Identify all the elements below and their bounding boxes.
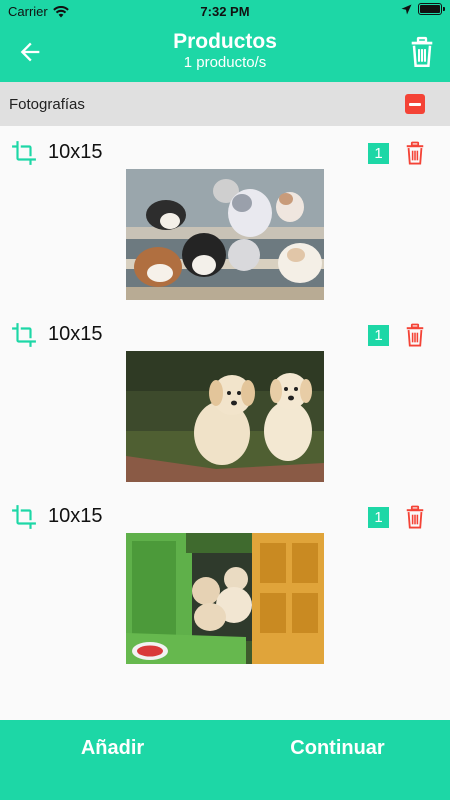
size-label: 10x15 [48, 505, 103, 527]
trash-icon[interactable] [404, 141, 426, 165]
continue-button[interactable]: Continuar [225, 737, 450, 760]
status-bar: Carrier 7:32 PM [0, 0, 450, 22]
product-list: 10x15 1 10x15 1 10x15 1 [0, 126, 450, 672]
quantity-badge[interactable]: 1 [368, 325, 389, 346]
add-button[interactable]: Añadir [0, 737, 225, 760]
crop-icon[interactable] [11, 504, 37, 530]
section-title: Fotografías [9, 95, 85, 113]
minus-icon[interactable] [405, 94, 425, 114]
footer-bar: Añadir Continuar [0, 720, 450, 800]
battery-icon [418, 3, 445, 15]
size-label: 10x15 [48, 323, 103, 345]
photo-thumbnail[interactable] [126, 533, 324, 664]
section-header: Fotografías [0, 82, 450, 126]
crop-icon[interactable] [11, 140, 37, 166]
location-arrow-icon [401, 4, 412, 14]
header-titles: Productos 1 producto/s [0, 30, 450, 72]
quantity-badge[interactable]: 1 [368, 143, 389, 164]
quantity-badge[interactable]: 1 [368, 507, 389, 528]
photo-thumbnail[interactable] [126, 169, 324, 300]
list-item: 10x15 1 [0, 126, 450, 308]
list-item: 10x15 1 [0, 308, 450, 490]
trash-icon[interactable] [408, 36, 436, 68]
crop-icon[interactable] [11, 322, 37, 348]
status-clock: 7:32 PM [200, 4, 250, 19]
trash-icon[interactable] [404, 505, 426, 529]
list-item: 10x15 1 [0, 490, 450, 672]
page-title: Productos [173, 30, 277, 53]
app-header: Carrier 7:32 PM Productos 1 producto/s [0, 0, 450, 82]
page-subtitle: 1 producto/s [183, 54, 267, 71]
photo-thumbnail[interactable] [126, 351, 324, 482]
trash-icon[interactable] [404, 323, 426, 347]
status-right [401, 3, 445, 15]
size-label: 10x15 [48, 141, 103, 163]
